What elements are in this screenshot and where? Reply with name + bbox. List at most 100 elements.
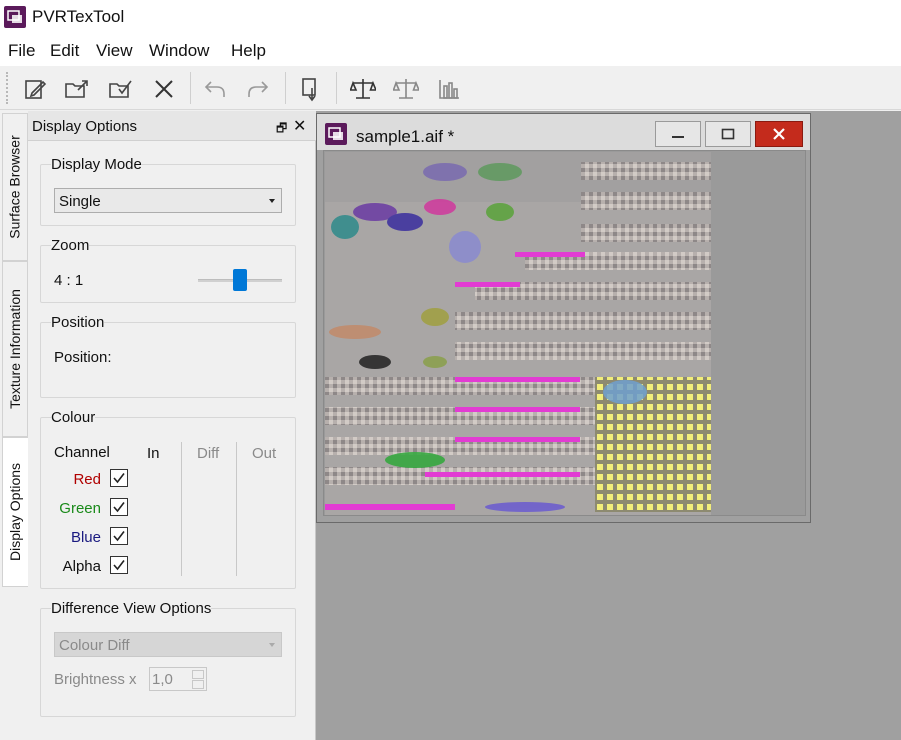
column-divider (181, 442, 182, 576)
minimize-icon (672, 136, 684, 138)
compare-alt-icon (393, 79, 419, 99)
open-file-icon (65, 80, 88, 98)
difference-mode-select[interactable]: Colour Diff (54, 632, 282, 657)
tab-surface-browser-label: Surface Browser (7, 135, 24, 239)
undo-icon (204, 81, 225, 97)
zoom-slider-handle[interactable] (233, 269, 247, 291)
tab-texture-information[interactable]: Texture Information (2, 261, 28, 437)
brightness-label: Brightness x (54, 671, 137, 688)
compare-button[interactable] (348, 74, 378, 104)
chevron-down-icon (269, 643, 275, 647)
document-title-bar[interactable]: sample1.aif * (317, 114, 810, 150)
green-channel-checkbox[interactable] (110, 498, 128, 516)
tab-display-options-label: Display Options (7, 462, 24, 562)
maximize-button[interactable] (705, 121, 751, 147)
app-logo-icon (4, 6, 26, 28)
close-file-button[interactable] (149, 74, 179, 104)
alpha-channel-label: Alpha (62, 558, 101, 575)
side-tab-bar: Surface Browser Texture Information Disp… (0, 111, 30, 740)
panel-header: Display Options 🗗 ✕ (28, 111, 316, 141)
green-channel-label: Green (59, 500, 101, 517)
menu-help[interactable]: Help (231, 41, 266, 61)
app-logo-icon (325, 123, 347, 145)
difference-view-title: Difference View Options (51, 600, 212, 617)
zoom-group: Zoom 4 : 1 (40, 237, 296, 303)
position-group: Position Position: (40, 314, 296, 398)
diff-header: Diff (197, 445, 220, 462)
checkmark-icon (113, 560, 125, 571)
toolbar-separator (190, 72, 191, 104)
display-mode-value: Single (59, 193, 101, 210)
document-title: sample1.aif * (356, 127, 455, 146)
zoom-title: Zoom (51, 237, 90, 254)
display-mode-group: Display Mode Single (40, 156, 296, 226)
redo-button[interactable] (243, 74, 273, 104)
blue-channel-checkbox[interactable] (110, 527, 128, 545)
blue-channel-label: Blue (70, 529, 101, 546)
zoom-value: 4 : 1 (54, 272, 84, 289)
tab-surface-browser[interactable]: Surface Browser (2, 113, 28, 261)
save-file-button[interactable] (106, 74, 136, 104)
display-mode-select[interactable]: Single (54, 188, 282, 213)
texture-viewport[interactable] (323, 150, 806, 516)
chevron-down-icon (269, 199, 275, 203)
red-channel-checkbox[interactable] (110, 469, 128, 487)
tab-display-options[interactable]: Display Options (2, 437, 28, 587)
close-panel-icon[interactable]: ✕ (293, 116, 306, 136)
brightness-spinbox[interactable]: 1,0 (149, 667, 207, 691)
new-file-button[interactable] (20, 74, 50, 104)
colour-group: Colour Channel In Diff Out Red Green Blu… (40, 409, 296, 589)
toolbar (0, 66, 901, 110)
compare-alt-button[interactable] (391, 74, 421, 104)
menu-view[interactable]: View (96, 41, 133, 61)
tab-texture-information-label: Texture Information (7, 289, 23, 409)
display-options-panel: Display Options 🗗 ✕ Display Mode Single … (28, 111, 316, 740)
minimize-button[interactable] (655, 121, 701, 147)
toolbar-separator (285, 72, 286, 104)
panel-title: Display Options (32, 118, 138, 135)
display-mode-title: Display Mode (51, 156, 142, 173)
checkmark-icon (113, 473, 125, 484)
spin-down-icon[interactable] (192, 680, 204, 689)
in-header: In (147, 445, 160, 462)
difference-view-group: Difference View Options Colour Diff Brig… (40, 600, 296, 717)
column-divider (236, 442, 237, 576)
position-title: Position (51, 314, 105, 331)
red-channel-label: Red (73, 471, 101, 488)
new-file-icon (25, 80, 47, 99)
channel-header: Channel (54, 444, 110, 461)
alpha-channel-checkbox[interactable] (110, 556, 128, 574)
menu-bar: File Edit View Window Help (0, 34, 901, 66)
app-title: PVRTexTool (32, 7, 125, 26)
title-bar: PVRTexTool (0, 0, 901, 34)
open-file-button[interactable] (62, 74, 92, 104)
close-icon (155, 80, 173, 98)
texture-preview-image (325, 152, 711, 515)
out-header: Out (252, 445, 277, 462)
colour-title: Colour (51, 409, 96, 426)
spin-up-icon[interactable] (192, 670, 204, 679)
histogram-button[interactable] (434, 74, 464, 104)
toolbar-grip[interactable] (6, 72, 10, 104)
save-file-icon (109, 80, 132, 98)
close-window-button[interactable] (755, 121, 803, 147)
histogram-icon (439, 80, 459, 99)
checkmark-icon (113, 531, 125, 542)
checkmark-icon (113, 502, 125, 513)
compare-icon (350, 79, 376, 99)
document-window: sample1.aif * (316, 113, 811, 523)
menu-file[interactable]: File (8, 41, 35, 61)
menu-window[interactable]: Window (149, 41, 209, 61)
close-icon (773, 128, 785, 140)
maximize-icon (721, 128, 735, 140)
float-panel-icon[interactable]: 🗗 (276, 119, 287, 140)
difference-mode-value: Colour Diff (59, 637, 130, 654)
menu-edit[interactable]: Edit (50, 41, 79, 61)
toolbar-separator (336, 72, 337, 104)
undo-button[interactable] (200, 74, 230, 104)
brightness-value: 1,0 (152, 671, 173, 688)
redo-icon (248, 81, 269, 97)
encode-icon (302, 78, 316, 102)
position-text: Position: (54, 349, 112, 366)
encode-button[interactable] (296, 74, 326, 104)
